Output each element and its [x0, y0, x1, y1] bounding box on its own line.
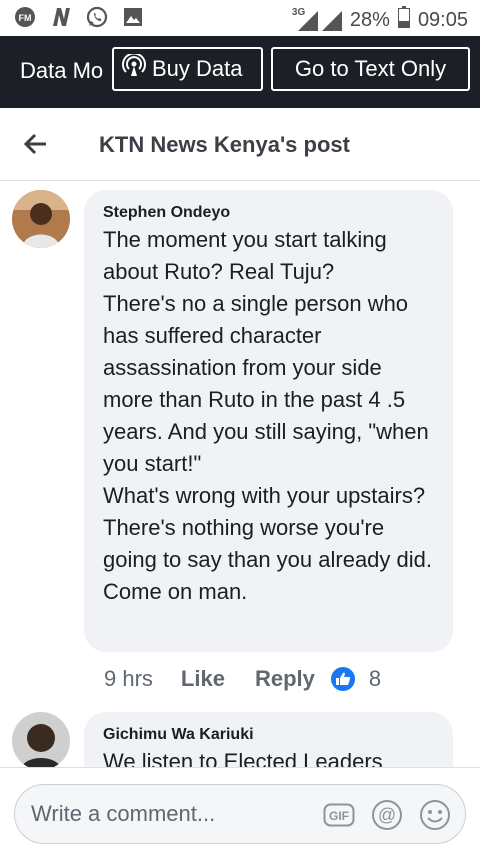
- comment-composer-bar: Write a comment... GIF @: [0, 767, 480, 855]
- gif-label: GIF: [329, 809, 349, 823]
- avatar[interactable]: [12, 190, 70, 248]
- mention-icon[interactable]: @: [371, 799, 403, 831]
- signal-indicator: 3G: [291, 7, 342, 31]
- whatsapp-icon: [86, 6, 108, 28]
- comment-author[interactable]: Gichimu Wa Kariuki: [103, 726, 435, 744]
- clock: 09:05: [417, 8, 468, 31]
- like-reaction-icon[interactable]: [330, 667, 355, 691]
- data-mode-banner: Data Mo Buy Data Go to Text Only: [0, 36, 480, 108]
- back-arrow-icon[interactable]: [22, 130, 50, 158]
- data-mode-label: Data Mo: [20, 58, 104, 83]
- post-header: KTN News Kenya's post: [0, 108, 480, 181]
- comment-bubble[interactable]: Stephen Ondeyo The moment you start talk…: [84, 190, 453, 652]
- svg-text:@: @: [378, 805, 396, 825]
- text-only-button[interactable]: Go to Text Only: [271, 47, 470, 91]
- svg-text:FM: FM: [19, 13, 32, 23]
- comment-actions: 9 hrs Like Reply 8: [104, 664, 381, 694]
- reply-button[interactable]: Reply: [255, 666, 315, 692]
- reaction-count[interactable]: 8: [369, 666, 381, 692]
- status-bar-notifications: FM: [14, 6, 144, 28]
- status-bar-system: 3G 28% 09:05: [292, 6, 468, 34]
- status-bar: FM 3G 28% 09:05: [0, 0, 480, 36]
- comment-timestamp[interactable]: 9 hrs: [104, 666, 153, 692]
- text-only-label: Go to Text Only: [294, 56, 447, 81]
- avatar[interactable]: [12, 712, 70, 770]
- broadcast-icon: [122, 52, 146, 84]
- buy-data-label: Buy Data: [152, 56, 243, 81]
- comment-input[interactable]: Write a comment... GIF @: [14, 784, 466, 844]
- like-button[interactable]: Like: [181, 666, 225, 692]
- comment-text: The moment you start talking about Ruto?…: [103, 227, 433, 604]
- gif-icon[interactable]: GIF: [323, 799, 355, 831]
- battery-icon: [397, 6, 410, 34]
- network-type: 3G: [291, 7, 306, 18]
- n-app-icon: [50, 6, 72, 28]
- gallery-icon: [122, 6, 144, 28]
- page-title: KTN News Kenya's post: [99, 132, 350, 157]
- battery-percent: 28%: [349, 8, 390, 31]
- buy-data-button[interactable]: Buy Data: [112, 47, 263, 91]
- fm-radio-icon: FM: [14, 6, 36, 28]
- comment-input-placeholder: Write a comment...: [31, 801, 216, 826]
- emoji-icon[interactable]: [419, 799, 451, 831]
- comment-author[interactable]: Stephen Ondeyo: [103, 204, 435, 222]
